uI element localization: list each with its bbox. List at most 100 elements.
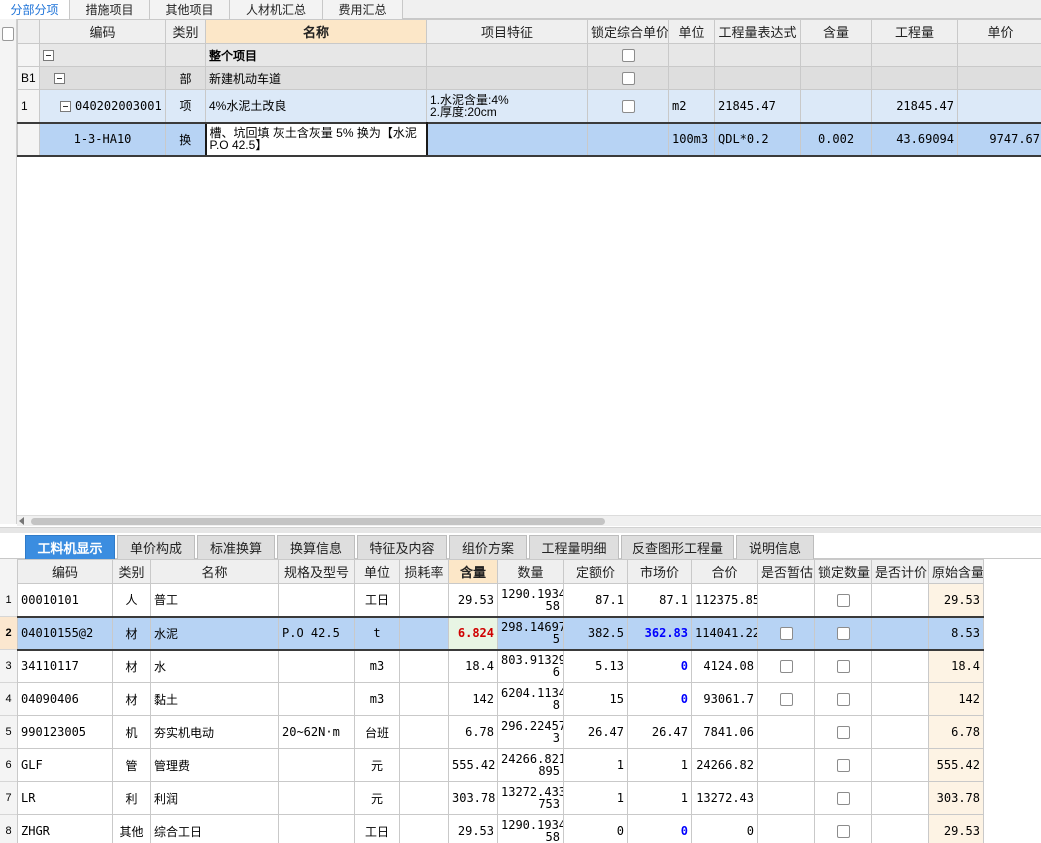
spec-cell[interactable]: 20~62N·m bbox=[278, 715, 355, 749]
market-price-cell[interactable]: 1 bbox=[627, 781, 692, 815]
code-cell[interactable]: 04090406 bbox=[17, 682, 113, 716]
side-handle[interactable] bbox=[2, 27, 14, 41]
content-cell[interactable]: 29.53 bbox=[448, 814, 498, 843]
code-cell[interactable]: 040202003001 bbox=[39, 89, 166, 123]
tab-features[interactable]: 特征及内容 bbox=[357, 535, 447, 559]
code-cell[interactable]: 00010101 bbox=[17, 583, 113, 617]
spec-cell[interactable] bbox=[278, 682, 355, 716]
collapse-icon[interactable] bbox=[43, 50, 54, 62]
estimated-cell[interactable] bbox=[757, 615, 815, 651]
lock-price-cell[interactable] bbox=[587, 89, 669, 123]
name-cell[interactable]: 水 bbox=[150, 649, 279, 683]
checkbox-icon[interactable] bbox=[836, 593, 850, 607]
type-cell[interactable]: 材 bbox=[112, 649, 151, 683]
type-cell[interactable]: 材 bbox=[112, 615, 151, 651]
name-cell[interactable]: 普工 bbox=[150, 583, 279, 617]
header-name[interactable]: 名称 bbox=[150, 559, 279, 584]
market-price-cell[interactable]: 362.83 bbox=[627, 615, 692, 651]
code-cell[interactable]: 1-3-HA10 bbox=[39, 121, 166, 157]
total-cell[interactable]: 24266.82 bbox=[691, 748, 758, 782]
priced-cell[interactable] bbox=[871, 682, 929, 716]
checkbox-icon[interactable] bbox=[836, 627, 850, 641]
header-name[interactable]: 名称 bbox=[205, 19, 427, 44]
unit-cell[interactable]: t bbox=[354, 615, 400, 651]
loss-cell[interactable] bbox=[399, 814, 449, 843]
header-price[interactable]: 单价 bbox=[957, 19, 1041, 44]
checkbox-icon[interactable] bbox=[621, 72, 635, 86]
price-cell[interactable] bbox=[957, 89, 1041, 123]
lock-qty-cell[interactable] bbox=[814, 615, 872, 651]
name-cell[interactable]: 新建机动车道 bbox=[205, 66, 427, 90]
quantity-cell[interactable] bbox=[871, 66, 958, 90]
total-cell[interactable]: 112375.85 bbox=[691, 583, 758, 617]
priced-cell[interactable] bbox=[871, 649, 929, 683]
loss-cell[interactable] bbox=[399, 715, 449, 749]
collapse-icon[interactable] bbox=[54, 73, 65, 85]
header-total[interactable]: 合价 bbox=[691, 559, 758, 584]
code-cell[interactable] bbox=[39, 66, 166, 90]
row-part[interactable]: B1 部 新建机动车道 bbox=[17, 66, 1041, 90]
market-price-cell[interactable]: 26.47 bbox=[627, 715, 692, 749]
estimated-cell[interactable] bbox=[757, 649, 815, 683]
estimated-cell[interactable] bbox=[757, 682, 815, 716]
lock-qty-cell[interactable] bbox=[814, 781, 872, 815]
material-row[interactable]: 00010101 人普工 工日 29.53 1290.1934 58 87.1 87.1 112… bbox=[17, 583, 984, 617]
name-cell[interactable]: 黏土 bbox=[150, 682, 279, 716]
content-cell[interactable]: 142 bbox=[448, 682, 498, 716]
qty-cell[interactable]: 24266.821 895 bbox=[497, 748, 564, 782]
quantity-cell[interactable] bbox=[871, 43, 958, 67]
code-cell[interactable]: 990123005 bbox=[17, 715, 113, 749]
quantity-cell[interactable]: 21845.47 bbox=[871, 89, 958, 123]
type-cell[interactable]: 管 bbox=[112, 748, 151, 782]
qty-cell[interactable]: 1290.1934 58 bbox=[497, 583, 564, 617]
name-cell[interactable]: 管理费 bbox=[150, 748, 279, 782]
header-estimated[interactable]: 是否暂估 bbox=[757, 559, 815, 584]
checkbox-icon[interactable] bbox=[836, 825, 850, 839]
header-content[interactable]: 含量 bbox=[448, 559, 498, 584]
original-content-cell[interactable]: 555.42 bbox=[928, 748, 984, 782]
priced-cell[interactable] bbox=[871, 814, 929, 843]
row-whole-project[interactable]: 整个项目 bbox=[17, 43, 1041, 67]
qty-cell[interactable]: 296.22457 3 bbox=[497, 715, 564, 749]
base-price-cell[interactable]: 26.47 bbox=[563, 715, 628, 749]
unit-cell[interactable]: 元 bbox=[354, 748, 400, 782]
tab-unit-price[interactable]: 单价构成 bbox=[117, 535, 195, 559]
original-content-cell[interactable]: 8.53 bbox=[928, 615, 984, 651]
original-content-cell[interactable]: 303.78 bbox=[928, 781, 984, 815]
header-unit[interactable]: 单位 bbox=[354, 559, 400, 584]
type-cell[interactable] bbox=[165, 43, 206, 67]
price-cell[interactable]: 9747.67 bbox=[957, 121, 1041, 157]
horizontal-scrollbar[interactable] bbox=[17, 515, 1041, 526]
spec-cell[interactable] bbox=[278, 583, 355, 617]
lock-qty-cell[interactable] bbox=[814, 748, 872, 782]
qty-cell[interactable]: 13272.433 753 bbox=[497, 781, 564, 815]
content-cell[interactable]: 0.002 bbox=[800, 121, 872, 157]
unit-cell[interactable]: m3 bbox=[354, 682, 400, 716]
name-cell[interactable]: 槽、坑回填 灰土含灰量 5% 换为【水泥 P.O 42.5】 bbox=[204, 121, 428, 157]
content-cell[interactable]: 6.824 bbox=[448, 615, 498, 651]
header-lock-price[interactable]: 锁定综合单价 bbox=[587, 19, 669, 44]
loss-cell[interactable] bbox=[399, 583, 449, 617]
checkbox-icon[interactable] bbox=[779, 693, 793, 707]
scroll-thumb[interactable] bbox=[31, 518, 605, 525]
material-row[interactable]: GLF 管管理费元 555.42 24266.821 895 1 1 24266.82 555.… bbox=[17, 748, 984, 782]
collapse-icon[interactable] bbox=[60, 100, 71, 112]
total-cell[interactable]: 4124.08 bbox=[691, 649, 758, 683]
checkbox-icon[interactable] bbox=[836, 660, 850, 674]
checkbox-icon[interactable] bbox=[836, 726, 850, 740]
quantity-cell[interactable]: 43.69094 bbox=[871, 121, 958, 157]
content-cell[interactable]: 6.78 bbox=[448, 715, 498, 749]
content-cell[interactable] bbox=[800, 89, 872, 123]
type-cell[interactable]: 项 bbox=[165, 89, 206, 123]
loss-cell[interactable] bbox=[399, 615, 449, 651]
material-row[interactable]: 04010155@2 材水泥 P.O 42.5 t 6.824 298.14697 5 382… bbox=[17, 615, 984, 651]
lock-price-cell[interactable] bbox=[587, 66, 669, 90]
header-quantity[interactable]: 工程量 bbox=[871, 19, 958, 44]
expr-cell[interactable]: 21845.47 bbox=[714, 89, 801, 123]
estimated-cell[interactable] bbox=[757, 814, 815, 843]
type-cell[interactable]: 利 bbox=[112, 781, 151, 815]
type-cell[interactable]: 人 bbox=[112, 583, 151, 617]
base-price-cell[interactable]: 15 bbox=[563, 682, 628, 716]
header-feature[interactable]: 项目特征 bbox=[426, 19, 588, 44]
checkbox-icon[interactable] bbox=[836, 792, 850, 806]
